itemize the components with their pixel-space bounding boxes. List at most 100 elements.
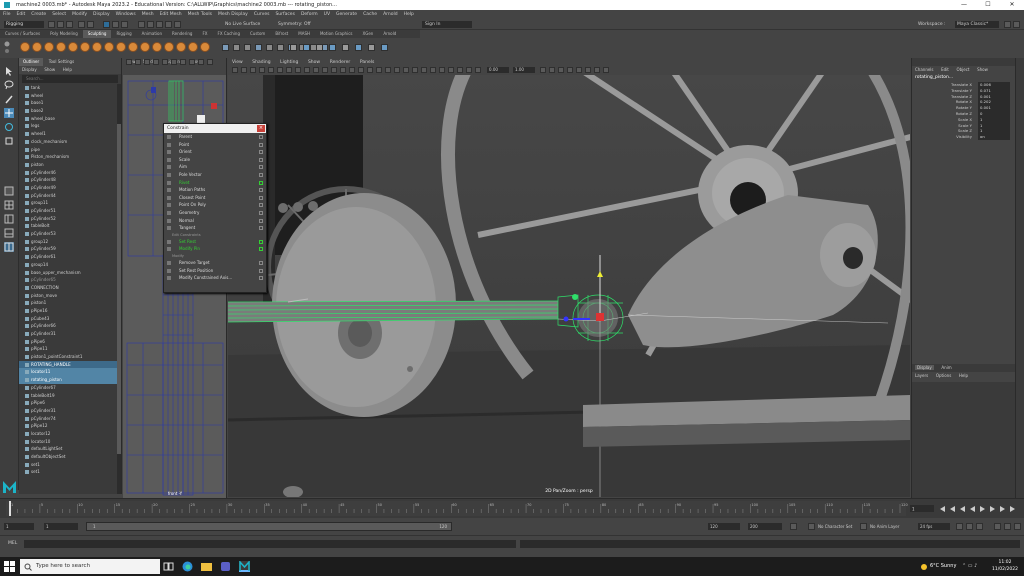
viewport-toolbar-icon[interactable] — [340, 67, 346, 73]
sign-in-button[interactable]: Sign In — [422, 21, 472, 28]
viewport-toolbar-icon[interactable] — [412, 67, 418, 73]
constrain-menu-item[interactable]: Set Rest Position — [164, 267, 266, 275]
single-perspective-icon[interactable] — [4, 186, 14, 196]
sculpt-tool-icon[interactable] — [233, 44, 240, 51]
live-surface-label[interactable]: No Live Surface — [225, 21, 260, 28]
outliner-item[interactable]: rotating_piston — [19, 376, 117, 384]
viewport-toolbar-icon[interactable] — [421, 67, 427, 73]
option-box-icon[interactable] — [259, 142, 263, 147]
select-by-component-icon[interactable] — [121, 21, 128, 28]
outliner-item[interactable]: piston_move — [19, 292, 117, 300]
viewport-toolbar-icon[interactable] — [466, 67, 472, 73]
vp2-menu-lighting[interactable]: Lighting — [280, 60, 298, 65]
sculpt-tool-icon[interactable] — [222, 44, 229, 51]
select-by-hierarchy-icon[interactable] — [103, 21, 110, 28]
minimize-button[interactable]: — — [952, 0, 976, 10]
shelf-tab-sculpting[interactable]: Sculpting — [82, 30, 112, 38]
menu-modify[interactable]: Modify — [72, 12, 87, 17]
sculpt-brush-icon[interactable] — [116, 42, 126, 52]
snap-view-icon[interactable] — [165, 21, 172, 28]
menu-uv[interactable]: UV — [324, 12, 330, 17]
menu-mesh-tools[interactable]: Mesh Tools — [188, 12, 212, 17]
outliner-item[interactable]: pCylinder53 — [19, 230, 117, 238]
current-frame-marker[interactable] — [9, 501, 11, 516]
outliner-item[interactable]: pCylinder59 — [19, 245, 117, 253]
fps-dropdown[interactable]: 24 fps — [918, 523, 950, 530]
shelf-tab-bifrost[interactable]: Bifrost — [270, 30, 293, 38]
option-box-icon[interactable] — [259, 276, 263, 281]
shelf-tool-icon[interactable] — [355, 44, 362, 51]
four-view-icon[interactable] — [4, 200, 14, 210]
shelf-tab-poly-modeling[interactable]: Poly Modeling — [45, 30, 83, 38]
tray-icons[interactable]: ⌃ ▭ ♪ — [962, 563, 977, 569]
outliner-item[interactable]: set1 — [19, 468, 117, 476]
constrain-menu-item[interactable]: Parent — [164, 133, 266, 141]
menu-edit-mesh[interactable]: Edit Mesh — [160, 12, 182, 17]
viewport-toolbar-icon[interactable] — [567, 67, 573, 73]
auto-key-icon[interactable] — [976, 523, 983, 530]
option-box-icon[interactable] — [259, 247, 263, 252]
outliner-item[interactable]: pCylinder66 — [19, 322, 117, 330]
viewport-toolbar-icon[interactable] — [540, 67, 546, 73]
shelf-tab-animation[interactable]: Animation — [137, 30, 167, 38]
outliner-menu-show[interactable]: Show — [44, 67, 55, 72]
go-to-end-icon[interactable] — [1010, 506, 1015, 512]
paint-select-icon[interactable] — [4, 94, 14, 104]
outliner-item[interactable]: base2 — [19, 107, 117, 115]
outliner-item[interactable]: tank — [19, 84, 117, 92]
viewport-toolbar-icon[interactable] — [259, 67, 265, 73]
option-box-icon[interactable] — [259, 180, 263, 185]
outliner-item[interactable]: pCube43 — [19, 315, 117, 323]
option-box-icon[interactable] — [259, 157, 263, 162]
snap-grid-icon[interactable] — [138, 21, 145, 28]
shelf-tab-rigging[interactable]: Rigging — [111, 30, 136, 38]
outliner-item[interactable]: defaultObjectSet — [19, 453, 117, 461]
snap-point-icon[interactable] — [156, 21, 163, 28]
shelf-tab-curves-surfaces[interactable]: Curves / Surfaces — [0, 30, 45, 38]
viewport-toolbar-icon[interactable] — [585, 67, 591, 73]
viewport-toolbar-icon[interactable] — [394, 67, 400, 73]
viewport-toolbar-icon[interactable] — [331, 67, 337, 73]
outliner-menu-display[interactable]: Display — [22, 67, 37, 72]
channel-menu-object[interactable]: Object — [956, 67, 969, 72]
outliner-item[interactable]: group12 — [19, 238, 117, 246]
menu-arnold[interactable]: Arnold — [383, 12, 398, 17]
menu-mesh[interactable]: Mesh — [142, 12, 154, 17]
sculpt-tool-icon[interactable] — [255, 44, 262, 51]
menu-create[interactable]: Create — [31, 12, 46, 17]
menu-edit[interactable]: Edit — [17, 12, 26, 17]
sculpt-tool-icon[interactable] — [244, 44, 251, 51]
exposure-field[interactable]: 0.00 — [487, 67, 509, 73]
outliner-item[interactable]: set1 — [19, 461, 117, 469]
viewport-toolbar-icon[interactable] — [475, 67, 481, 73]
outliner-item[interactable]: pipe — [19, 146, 117, 154]
outliner-item[interactable]: ROTATING_HANDLE — [19, 360, 117, 369]
viewport-toolbar-icon[interactable] — [295, 67, 301, 73]
panel-layout-icon[interactable] — [1004, 21, 1011, 28]
vp2-menu-renderer[interactable]: Renderer — [330, 60, 351, 65]
outliner-item[interactable]: locator11 — [19, 368, 117, 377]
viewport-toolbar-icon[interactable] — [558, 67, 564, 73]
outliner-item[interactable]: pCylinder44 — [19, 192, 117, 200]
shelf-tool-icon[interactable] — [329, 44, 336, 51]
shelf-tab-xgen[interactable]: XGen — [357, 30, 378, 38]
sculpt-tool-icon[interactable] — [277, 44, 284, 51]
viewport-toolbar-icon[interactable] — [403, 67, 409, 73]
new-scene-icon[interactable] — [48, 21, 55, 28]
toggle-panel-icon[interactable] — [1013, 21, 1020, 28]
playback-start-field[interactable]: 1 — [44, 523, 78, 530]
channel-menu-channels[interactable]: Channels — [915, 67, 934, 72]
constrain-menu-item[interactable]: Geometry — [164, 209, 266, 217]
constrain-menu-item[interactable]: Normal — [164, 217, 266, 225]
viewport-toolbar-icon[interactable] — [198, 59, 204, 65]
constrain-menu-item[interactable]: Point On Poly — [164, 201, 266, 209]
constrain-menu-item[interactable]: Set Rest — [164, 238, 266, 246]
outliner-item[interactable]: wheel_base — [19, 115, 117, 123]
step-back-key-icon[interactable] — [950, 506, 955, 512]
viewport-toolbar-icon[interactable] — [304, 67, 310, 73]
edge-browser-icon[interactable] — [182, 561, 193, 572]
option-box-icon[interactable] — [259, 260, 263, 265]
outliner-item[interactable]: pCylinder49 — [19, 184, 117, 192]
menu-windows[interactable]: Windows — [116, 12, 136, 17]
layer-menu-options[interactable]: Options — [936, 373, 951, 378]
